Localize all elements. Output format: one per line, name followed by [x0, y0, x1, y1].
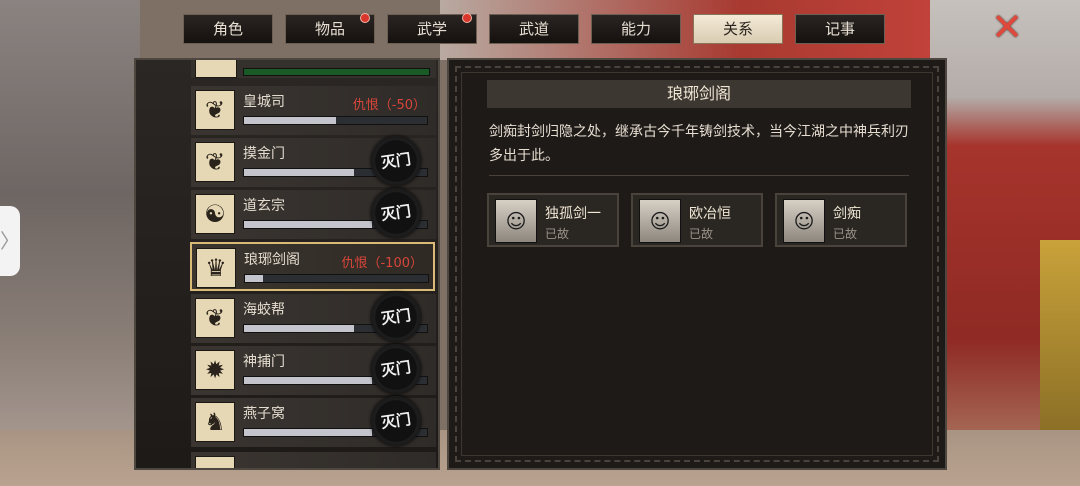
sect-name: 燕子窝: [243, 406, 285, 422]
tab-martial-arts[interactable]: 武学: [387, 13, 477, 44]
sect-detail-panel: 琅琊剑阁 剑痴封剑归隐之处，继承古今千年铸剑技术，当今江湖之中神兵利刃多出于此。…: [447, 58, 947, 470]
sect-name: 海蛟帮: [243, 302, 285, 318]
tab-character[interactable]: 角色: [183, 14, 273, 44]
destroyed-seal: 灭门: [367, 288, 425, 346]
list-item-partial: [191, 452, 436, 468]
member-name: 独孤剑一: [545, 206, 601, 222]
member-status: 已故: [833, 227, 858, 241]
sect-name: 道玄宗: [243, 198, 285, 214]
member-name: 欧冶恒: [689, 206, 731, 222]
hostility-label: 仇恨（-100）: [341, 256, 423, 271]
member-status: 已故: [689, 227, 714, 241]
sect-emblem-icon: ☯: [195, 194, 235, 234]
divider: [489, 175, 909, 176]
member-name: 剑痴: [833, 206, 861, 222]
member-status: 已故: [545, 227, 570, 241]
sect-emblem-icon: ✹: [195, 350, 235, 390]
sect-emblem-icon: ♛: [196, 248, 236, 288]
member-card[interactable]: ☺ 独孤剑一 已故: [487, 193, 619, 247]
sect-emblem-icon: ❦: [195, 298, 235, 338]
sect-name: 琅琊剑阁: [244, 252, 300, 268]
sect-item[interactable]: ☯ 道玄宗 灭门: [191, 184, 436, 242]
sect-emblem-icon: ♞: [195, 402, 235, 442]
tab-items[interactable]: 物品: [285, 13, 375, 44]
member-card[interactable]: ☺ 剑痴 已故: [775, 193, 907, 247]
sect-name: 皇城司: [243, 94, 285, 110]
tab-relations[interactable]: 关系: [693, 14, 783, 44]
character-portrait: ☺: [783, 199, 825, 243]
sect-description: 剑痴封剑归隐之处，继承古今千年铸剑技术，当今江湖之中神兵利刃多出于此。: [489, 124, 909, 164]
sect-item[interactable]: ❦ 摸金门 灭门: [191, 132, 436, 190]
destroyed-seal: 灭门: [367, 340, 425, 398]
destroyed-seal: 灭门: [367, 184, 425, 242]
tab-abilities[interactable]: 能力: [591, 14, 681, 44]
tab-martial-way[interactable]: 武道: [489, 14, 579, 44]
sect-name: 神捕门: [243, 354, 285, 370]
hostility-label: 仇恨（-50）: [352, 98, 426, 113]
sect-list[interactable]: ❦ 皇城司 仇恨（-50） ❦ 摸金门 灭门 ☯ 道玄宗 灭门 ♛ 琅琊剑阁 仇…: [134, 58, 440, 470]
sect-emblem-icon: ❦: [195, 142, 235, 182]
sect-item[interactable]: ❦ 海蛟帮 灭门: [191, 288, 436, 346]
sect-item[interactable]: ❦ 皇城司 仇恨（-50）: [191, 86, 436, 135]
sect-item-selected[interactable]: ♛ 琅琊剑阁 仇恨（-100）: [190, 242, 435, 291]
notification-badge: [360, 13, 370, 23]
sect-emblem-icon: ❦: [195, 90, 235, 130]
destroyed-seal: 灭门: [367, 132, 425, 190]
sect-name: 摸金门: [243, 146, 285, 162]
character-portrait: ☺: [639, 199, 681, 243]
notification-badge: [462, 13, 472, 23]
member-card[interactable]: ☺ 欧冶恒 已故: [631, 193, 763, 247]
relation-bar: [244, 274, 429, 283]
close-icon[interactable]: ✕: [988, 8, 1026, 46]
relation-bar: [243, 116, 428, 125]
sect-item[interactable]: ✹ 神捕门 灭门: [191, 340, 436, 398]
destroyed-seal: 灭门: [367, 392, 425, 450]
sect-detail-title: 琅琊剑阁: [487, 80, 911, 108]
sect-item[interactable]: ♞ 燕子窝 灭门: [191, 392, 436, 450]
list-item-partial: [191, 60, 436, 78]
side-drawer-handle[interactable]: 〉: [0, 206, 20, 276]
tab-journal[interactable]: 记事: [795, 14, 885, 44]
character-portrait: ☺: [495, 199, 537, 243]
